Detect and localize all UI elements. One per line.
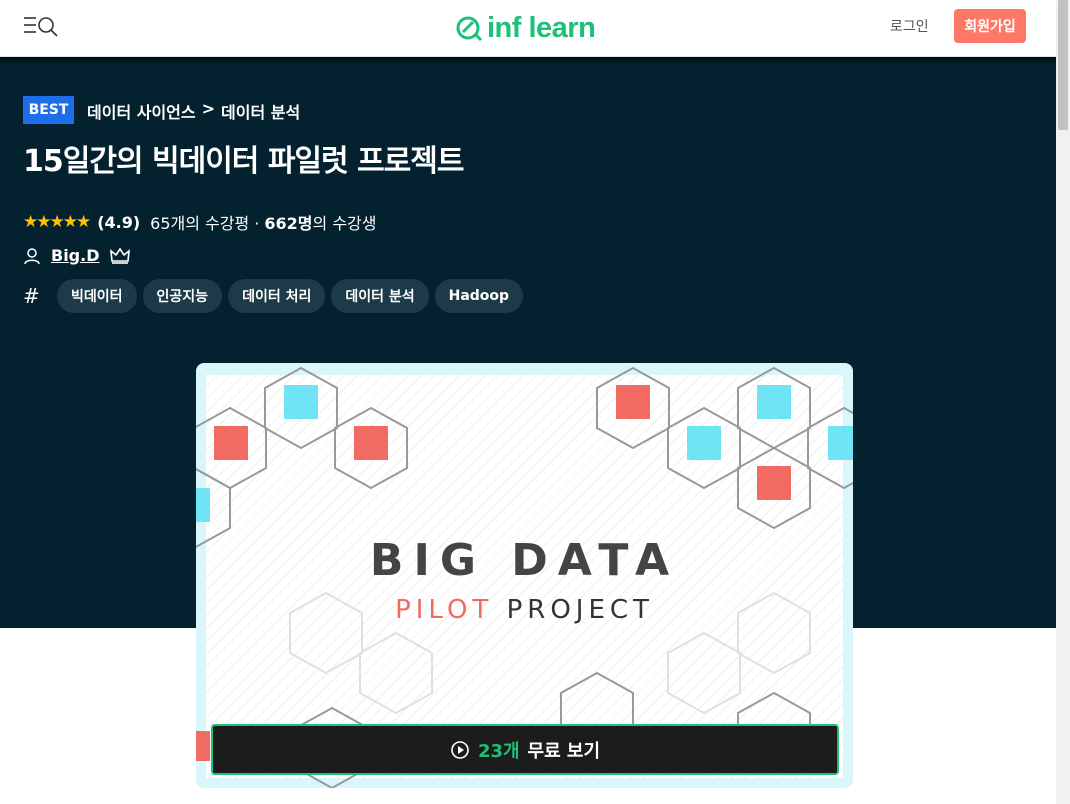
tag-data-processing[interactable]: 데이터 처리 bbox=[228, 279, 326, 313]
hashtag-icon: # bbox=[23, 284, 40, 308]
student-count: 662명 bbox=[264, 214, 313, 233]
tags-row: # 빅데이터 인공지능 데이터 처리 데이터 분석 Hadoop bbox=[23, 279, 524, 313]
free-preview-button[interactable]: 23개 무료 보기 bbox=[211, 724, 839, 775]
thumbnail-subtitle: PILOT PROJECT bbox=[196, 595, 853, 625]
instructor-row: Big.D bbox=[23, 246, 130, 265]
scrollbar-thumb[interactable] bbox=[1058, 0, 1068, 130]
logo-mark-icon bbox=[456, 16, 483, 42]
tag-hadoop[interactable]: Hadoop bbox=[434, 279, 524, 313]
instructor-name[interactable]: Big.D bbox=[51, 246, 100, 265]
rating-row: ★★★★★ (4.9) 65개의 수강평 · 662명 의 수강생 bbox=[23, 210, 376, 234]
logo-text: inf learn bbox=[487, 11, 596, 44]
course-title: 15일간의 빅데이터 파일럿 프로젝트 bbox=[23, 144, 464, 179]
inflearn-logo[interactable]: inf learn bbox=[455, 8, 596, 48]
thumbnail-subtitle-highlight: PILOT bbox=[395, 595, 494, 625]
breadcrumb: 데이터 사이언스 > 데이터 분석 bbox=[87, 99, 300, 123]
best-badge: BEST bbox=[23, 96, 74, 124]
breadcrumb-category[interactable]: 데이터 사이언스 bbox=[87, 99, 196, 123]
tag-bigdata[interactable]: 빅데이터 bbox=[57, 279, 137, 313]
tag-data-analysis[interactable]: 데이터 분석 bbox=[331, 279, 429, 313]
review-count[interactable]: 65개의 수강평 · bbox=[150, 210, 259, 234]
breadcrumb-subcategory[interactable]: 데이터 분석 bbox=[221, 99, 300, 123]
thumbnail-title: BIG DATA bbox=[369, 535, 680, 586]
tag-ai[interactable]: 인공지능 bbox=[142, 279, 223, 313]
play-icon bbox=[451, 740, 469, 759]
star-rating-icons: ★★★★★ bbox=[23, 212, 91, 232]
user-icon bbox=[24, 247, 40, 264]
thumbnail-subtitle-rest: PROJECT bbox=[506, 595, 654, 625]
signup-button[interactable]: 회원가입 bbox=[954, 9, 1026, 43]
login-link[interactable]: 로그인 bbox=[890, 16, 929, 36]
top-header: inf learn 로그인 회원가입 bbox=[0, 0, 1056, 57]
student-suffix: 의 수강생 bbox=[312, 214, 377, 233]
menu-search-icon[interactable] bbox=[22, 14, 62, 40]
crown-icon bbox=[109, 247, 130, 264]
hero-shadow bbox=[0, 57, 1056, 65]
preview-label: 무료 보기 bbox=[527, 740, 601, 762]
rating-value: (4.9) bbox=[97, 212, 141, 232]
preview-count: 23개 bbox=[477, 740, 520, 762]
breadcrumb-separator: > bbox=[201, 99, 216, 118]
